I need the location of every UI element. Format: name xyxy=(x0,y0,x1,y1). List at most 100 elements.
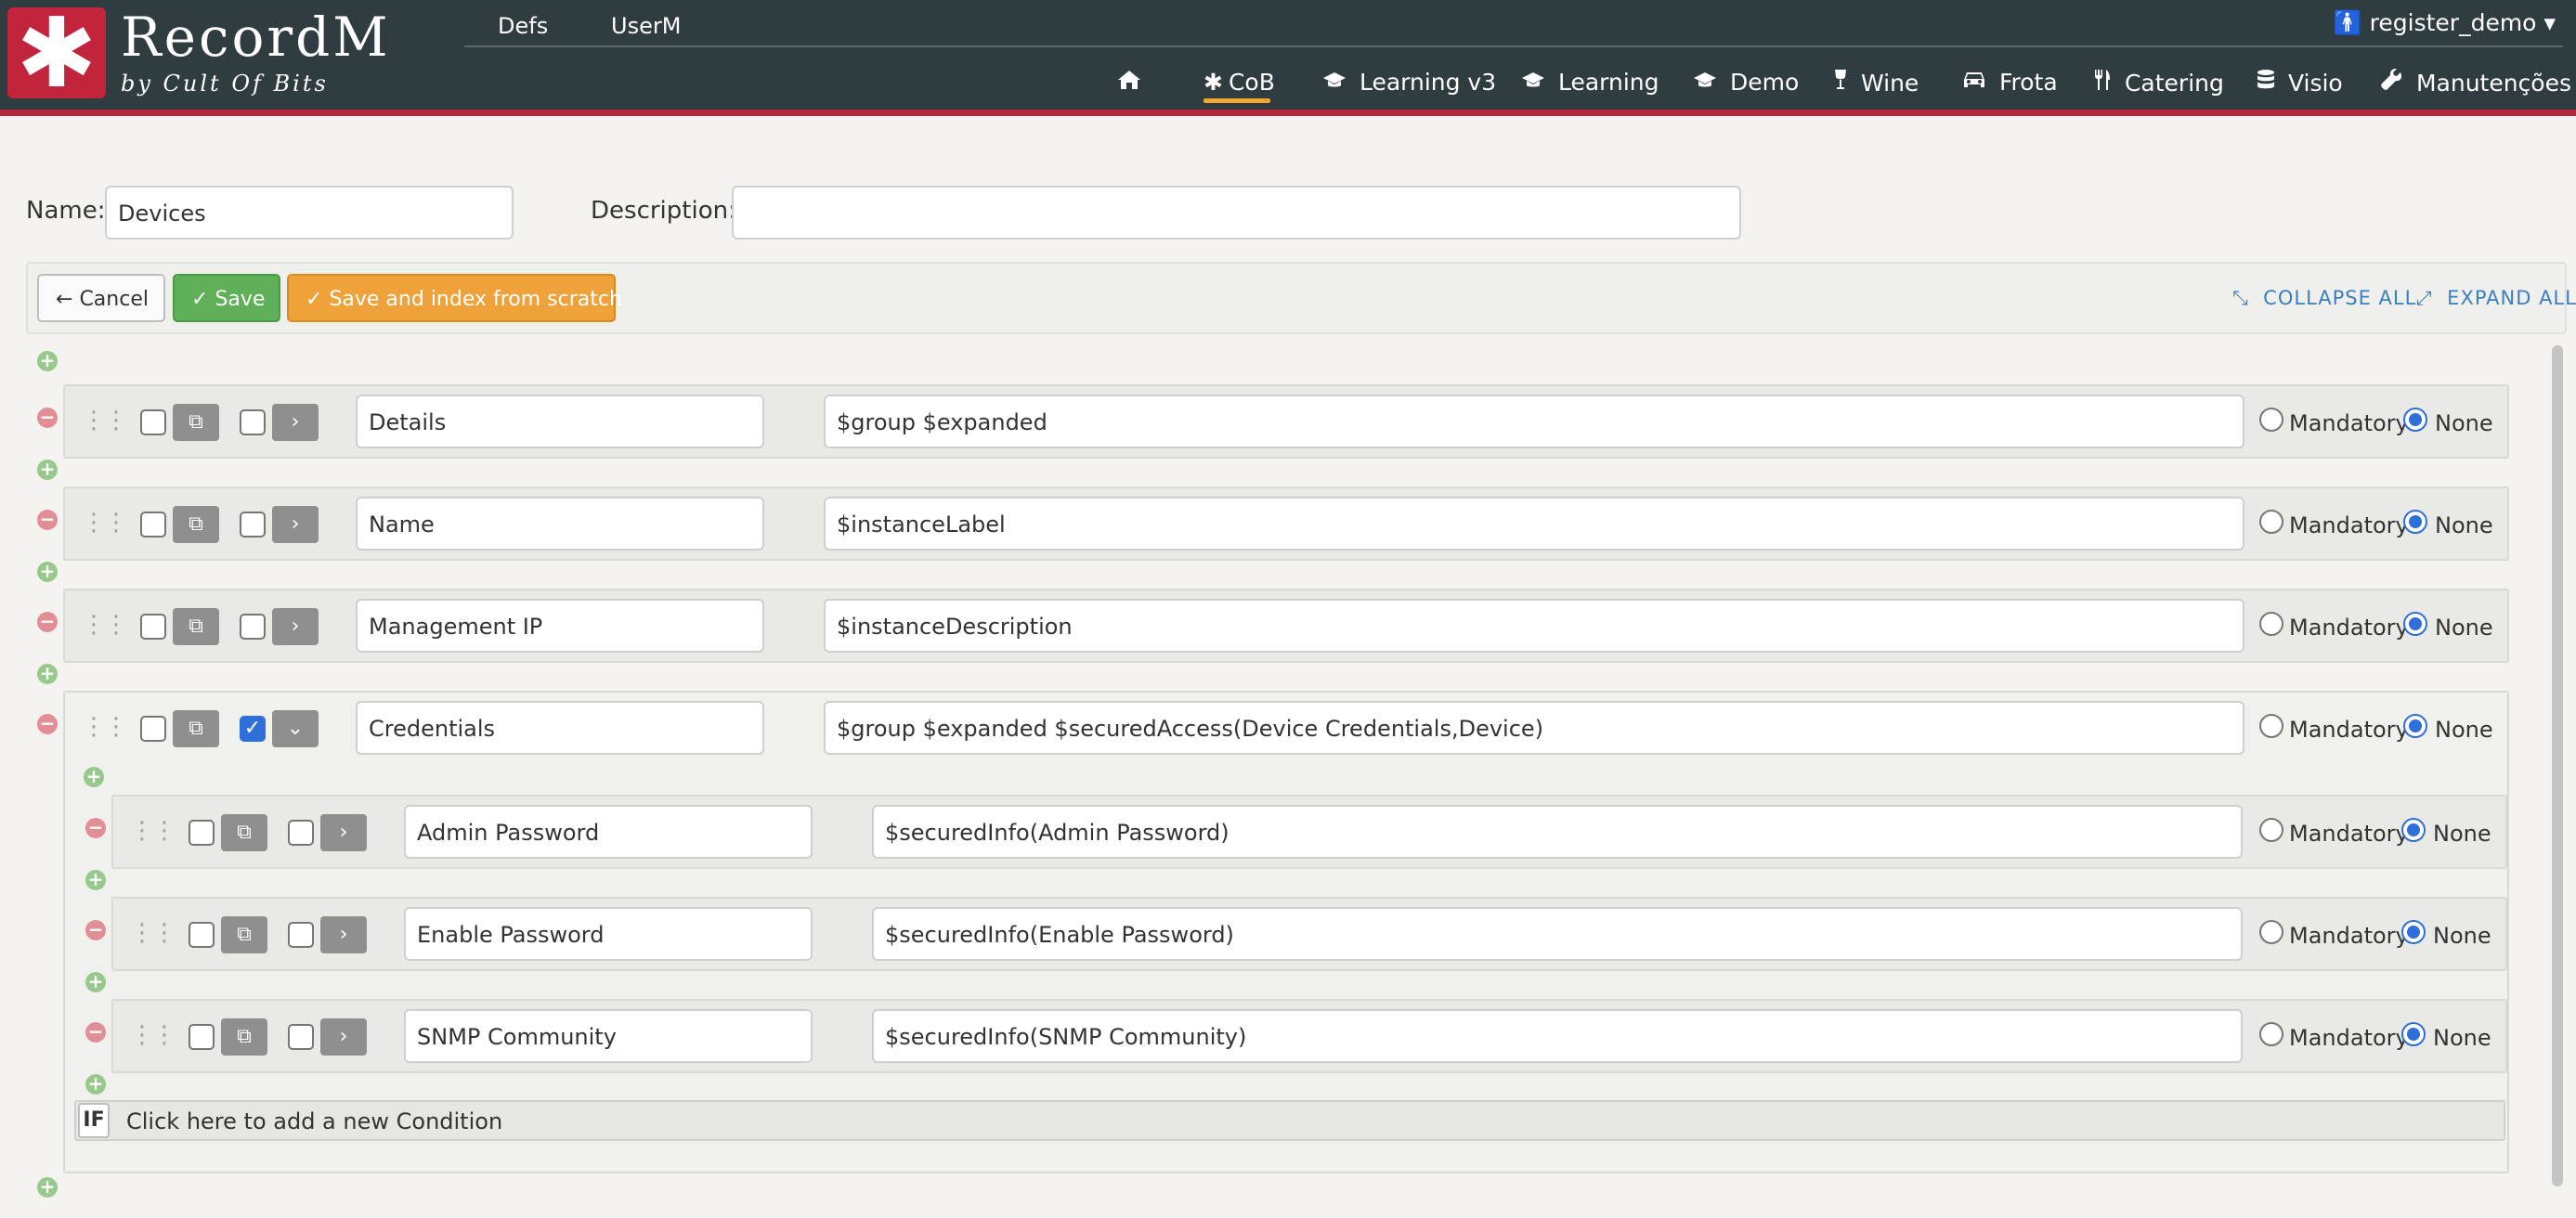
duplicate-field-icon[interactable]: ⧉ xyxy=(221,1018,267,1056)
field-name-input[interactable]: Name xyxy=(356,497,764,551)
field-select-checkbox[interactable] xyxy=(140,512,166,538)
field-select-checkbox[interactable] xyxy=(140,614,166,640)
chevron-right-icon[interactable]: › xyxy=(272,404,319,441)
field-name-input[interactable]: Details xyxy=(356,395,764,448)
drag-handle-icon[interactable]: ⋮⋮ xyxy=(130,1023,176,1047)
nav-wine[interactable]: Wine xyxy=(1833,69,1919,97)
mandatory-radio[interactable] xyxy=(2259,714,2283,738)
nav-demo[interactable]: Demo xyxy=(1693,69,1799,96)
add-field-icon[interactable]: + xyxy=(85,1074,106,1095)
field-name-input[interactable]: SNMP Community xyxy=(404,1009,813,1063)
save-button[interactable]: ✓ Save xyxy=(173,274,280,322)
chevron-down-icon[interactable]: ⌄ xyxy=(272,710,319,747)
add-field-icon[interactable]: + xyxy=(37,351,58,371)
expand-all-link[interactable]: ⤢ EXPAND ALL xyxy=(2416,287,2576,310)
app-title[interactable]: RecordM xyxy=(121,6,391,69)
none-radio[interactable] xyxy=(2403,408,2427,432)
field-select-checkbox[interactable] xyxy=(189,922,215,948)
drag-handle-icon[interactable]: ⋮⋮ xyxy=(130,819,176,843)
mandatory-radio[interactable] xyxy=(2259,612,2283,636)
field-name-input[interactable]: Admin Password xyxy=(404,805,813,859)
duplicate-field-icon[interactable]: ⧉ xyxy=(173,404,219,441)
mandatory-radio[interactable] xyxy=(2259,1022,2283,1046)
field-select-checkbox[interactable] xyxy=(189,820,215,846)
nav-home[interactable] xyxy=(1117,69,1141,97)
mandatory-radio[interactable] xyxy=(2259,818,2283,842)
none-radio[interactable] xyxy=(2403,510,2427,534)
mandatory-radio[interactable] xyxy=(2259,408,2283,432)
drag-handle-icon[interactable]: ⋮⋮ xyxy=(130,921,176,945)
add-field-icon[interactable]: + xyxy=(37,460,58,480)
drag-handle-icon[interactable]: ⋮⋮ xyxy=(82,511,128,535)
collapse-all-link[interactable]: ⤡ COLLAPSE ALL xyxy=(2232,287,2416,310)
nav-visio[interactable]: Visio xyxy=(2257,69,2343,97)
none-radio[interactable] xyxy=(2403,612,2427,636)
field-description-input[interactable]: $securedInfo(Enable Password) xyxy=(872,907,2243,961)
field-select-checkbox[interactable] xyxy=(140,716,166,742)
field-name-input[interactable]: Management IP xyxy=(356,599,764,653)
expand-checkbox[interactable] xyxy=(288,1024,314,1050)
chevron-right-icon[interactable]: › xyxy=(272,608,319,645)
add-field-icon[interactable]: + xyxy=(85,870,106,890)
nav-catering[interactable]: Catering xyxy=(2093,69,2224,97)
duplicate-field-icon[interactable]: ⧉ xyxy=(221,916,267,953)
chevron-right-icon[interactable]: › xyxy=(320,1018,367,1056)
chevron-right-icon[interactable]: › xyxy=(320,916,367,953)
add-field-icon[interactable]: + xyxy=(37,562,58,582)
user-menu[interactable]: 🚹 register_demo ▾ xyxy=(2334,9,2556,37)
duplicate-field-icon[interactable]: ⧉ xyxy=(173,608,219,645)
add-field-icon[interactable]: + xyxy=(85,972,106,992)
none-radio[interactable] xyxy=(2403,714,2427,738)
none-radio[interactable] xyxy=(2401,818,2426,842)
field-description-input[interactable]: $instanceLabel xyxy=(824,497,2244,551)
nav-cob[interactable]: ✱ CoB xyxy=(1203,69,1275,96)
nav-frota[interactable]: Frota xyxy=(1962,69,2058,96)
field-description-input[interactable]: $securedInfo(Admin Password) xyxy=(872,805,2243,859)
none-radio[interactable] xyxy=(2401,920,2426,944)
field-description-input[interactable]: $instanceDescription xyxy=(824,599,2244,653)
duplicate-field-icon[interactable]: ⧉ xyxy=(173,710,219,747)
drag-handle-icon[interactable]: ⋮⋮ xyxy=(82,715,128,739)
subnav-item-defs[interactable]: Defs xyxy=(498,13,548,39)
definition-name-input[interactable]: Devices xyxy=(105,186,514,240)
field-description-input[interactable]: $securedInfo(SNMP Community) xyxy=(872,1009,2243,1063)
subnav-item-userm[interactable]: UserM xyxy=(611,13,681,39)
duplicate-field-icon[interactable]: ⧉ xyxy=(221,814,267,851)
nav-manutencoes[interactable]: Manutenções xyxy=(2381,68,2571,97)
add-field-icon[interactable]: + xyxy=(37,1177,58,1198)
remove-field-icon[interactable]: − xyxy=(85,1022,106,1043)
duplicate-field-icon[interactable]: ⧉ xyxy=(173,506,219,543)
expand-checkbox[interactable] xyxy=(240,512,266,538)
recordm-logo-icon[interactable]: ✱ xyxy=(7,5,106,101)
remove-field-icon[interactable]: − xyxy=(37,612,58,632)
drag-handle-icon[interactable]: ⋮⋮ xyxy=(82,613,128,637)
save-and-index-button[interactable]: ✓ Save and index from scratch xyxy=(287,274,622,322)
field-description-input[interactable]: $group $expanded $securedAccess(Device C… xyxy=(824,701,2244,755)
field-select-checkbox[interactable] xyxy=(140,409,166,435)
field-select-checkbox[interactable] xyxy=(189,1024,215,1050)
field-name-input[interactable]: Enable Password xyxy=(404,907,813,961)
expand-checkbox[interactable] xyxy=(240,614,266,640)
mandatory-radio[interactable] xyxy=(2259,510,2283,534)
chevron-right-icon[interactable]: › xyxy=(272,506,319,543)
expand-checkbox[interactable]: ✓ xyxy=(240,716,266,742)
cancel-button[interactable]: ← Cancel xyxy=(37,274,165,322)
remove-field-icon[interactable]: − xyxy=(37,714,58,734)
remove-field-icon[interactable]: − xyxy=(37,510,58,530)
field-description-input[interactable]: $group $expanded xyxy=(824,395,2244,448)
definition-description-input[interactable] xyxy=(732,186,1741,240)
expand-checkbox[interactable] xyxy=(288,820,314,846)
expand-checkbox[interactable] xyxy=(240,409,266,435)
expand-checkbox[interactable] xyxy=(288,922,314,948)
remove-field-icon[interactable]: − xyxy=(85,818,106,838)
field-name-input[interactable]: Credentials xyxy=(356,701,764,755)
add-field-icon[interactable]: + xyxy=(37,664,58,684)
mandatory-radio[interactable] xyxy=(2259,920,2283,944)
remove-field-icon[interactable]: − xyxy=(85,920,106,940)
chevron-right-icon[interactable]: › xyxy=(320,814,367,851)
nav-learning-v3[interactable]: Learning v3 xyxy=(1322,69,1496,96)
nav-learning[interactable]: Learning xyxy=(1521,69,1659,96)
add-condition-text[interactable]: Click here to add a new Condition xyxy=(126,1108,502,1134)
drag-handle-icon[interactable]: ⋮⋮ xyxy=(82,408,128,433)
remove-field-icon[interactable]: − xyxy=(37,408,58,428)
